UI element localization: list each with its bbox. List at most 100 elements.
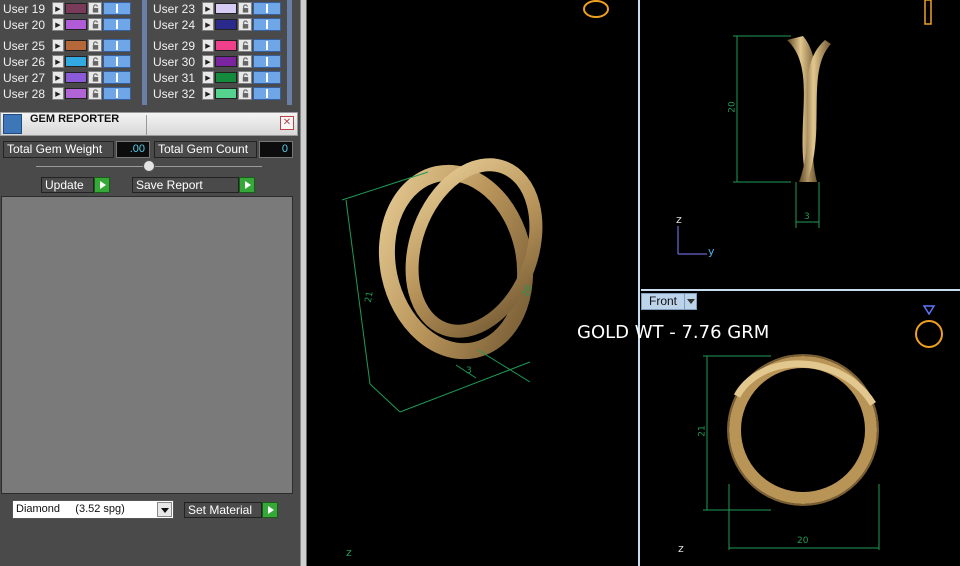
layer-expand-icon[interactable]: ▶ (52, 55, 64, 68)
side-ring-render (677, 0, 932, 255)
layer-expand-icon[interactable]: ▶ (52, 71, 64, 84)
layer-row[interactable]: User 32 ▶ (150, 86, 281, 101)
layer-row[interactable]: User 25 ▶ (0, 38, 131, 53)
lock-icon[interactable] (88, 18, 102, 31)
layer-visibility-toggle[interactable] (253, 55, 281, 68)
panel-splitter[interactable] (300, 0, 307, 566)
layer-color-swatch[interactable] (215, 72, 237, 83)
side-axis-z: z (676, 213, 682, 226)
layer-name: User 24 (153, 17, 196, 32)
front-height-dim: 21 (697, 425, 708, 437)
layer-row[interactable]: User 30 ▶ (150, 54, 281, 69)
layer-row[interactable]: User 19 ▶ (0, 1, 131, 16)
layer-visibility-toggle[interactable] (103, 39, 131, 52)
set-material-go-icon[interactable] (262, 502, 278, 518)
total-gem-count-label: Total Gem Count (154, 141, 257, 158)
layer-color-swatch[interactable] (215, 3, 237, 14)
set-material-button[interactable]: Set Material (184, 502, 262, 518)
perspective-viewport[interactable]: 21 20 3 z (308, 0, 638, 566)
total-gem-count-value: 0 (259, 141, 293, 158)
layer-visibility-toggle[interactable] (253, 2, 281, 15)
layer-column-divider (142, 0, 147, 105)
layer-visibility-toggle[interactable] (253, 87, 281, 100)
front-view-label[interactable]: Front (641, 293, 697, 310)
layer-name: User 32 (153, 86, 196, 101)
layer-name: User 23 (153, 1, 196, 16)
material-select[interactable]: Diamond (3.52 spg) (12, 500, 174, 519)
lock-icon[interactable] (238, 87, 252, 100)
layer-visibility-toggle[interactable] (103, 55, 131, 68)
side-width-dim: 3 (804, 212, 810, 222)
layer-visibility-toggle[interactable] (253, 39, 281, 52)
layer-visibility-toggle[interactable] (103, 87, 131, 100)
layer-color-swatch[interactable] (65, 40, 87, 51)
lock-icon[interactable] (88, 55, 102, 68)
chevron-down-icon[interactable] (157, 502, 172, 517)
layer-color-swatch[interactable] (65, 72, 87, 83)
close-icon[interactable]: ✕ (280, 116, 294, 130)
layer-color-swatch[interactable] (65, 19, 87, 30)
layer-row[interactable]: User 23 ▶ (150, 1, 281, 16)
update-go-icon[interactable] (94, 177, 110, 193)
header-separator (146, 115, 147, 135)
layer-row[interactable]: User 31 ▶ (150, 70, 281, 85)
layer-color-swatch[interactable] (215, 56, 237, 67)
layer-expand-icon[interactable]: ▶ (202, 2, 214, 15)
layer-color-swatch[interactable] (215, 40, 237, 51)
lock-icon[interactable] (238, 18, 252, 31)
layer-color-swatch[interactable] (215, 88, 237, 99)
total-gem-weight-value: .00 (116, 141, 150, 158)
layer-row[interactable]: User 26 ▶ (0, 54, 131, 69)
front-width-dim: 20 (797, 536, 809, 546)
layer-name: User 25 (3, 38, 46, 53)
layer-visibility-toggle[interactable] (253, 18, 281, 31)
layer-color-swatch[interactable] (65, 88, 87, 99)
layer-visibility-toggle[interactable] (103, 2, 131, 15)
layer-name: User 20 (3, 17, 46, 32)
left-panel: User 19 ▶ User 20 ▶ User 25 ▶ User 26 ▶ User 27 ▶… (0, 0, 300, 566)
layer-expand-icon[interactable]: ▶ (202, 55, 214, 68)
layer-row[interactable]: User 27 ▶ (0, 70, 131, 85)
lock-icon[interactable] (238, 55, 252, 68)
layer-expand-icon[interactable]: ▶ (202, 87, 214, 100)
right-viewport[interactable]: 20 3 z y (641, 0, 960, 289)
lock-icon[interactable] (238, 2, 252, 15)
layer-expand-icon[interactable]: ▶ (52, 87, 64, 100)
layer-color-swatch[interactable] (65, 3, 87, 14)
layer-expand-icon[interactable]: ▶ (52, 18, 64, 31)
save-report-go-icon[interactable] (239, 177, 255, 193)
layer-name: User 28 (3, 86, 46, 101)
layer-name: User 31 (153, 70, 196, 85)
update-button[interactable]: Update (41, 177, 94, 193)
gem-reporter-header: GEM REPORTER ✕ (0, 112, 298, 136)
gem-reporter-title: GEM REPORTER (30, 113, 120, 125)
lock-icon[interactable] (88, 87, 102, 100)
layer-row[interactable]: User 29 ▶ (150, 38, 281, 53)
layer-color-swatch[interactable] (215, 19, 237, 30)
layer-visibility-toggle[interactable] (103, 71, 131, 84)
side-axis-y: y (708, 245, 715, 258)
lock-icon[interactable] (88, 2, 102, 15)
front-axis-z: z (678, 542, 684, 555)
front-view-label-text: Front (649, 294, 678, 308)
layer-expand-icon[interactable]: ▶ (202, 71, 214, 84)
layer-expand-icon[interactable]: ▶ (52, 2, 64, 15)
layer-row[interactable]: User 20 ▶ (0, 17, 131, 32)
layer-expand-icon[interactable]: ▶ (202, 18, 214, 31)
layer-visibility-toggle[interactable] (253, 71, 281, 84)
layer-row[interactable]: User 24 ▶ (150, 17, 281, 32)
slider-thumb[interactable] (143, 160, 155, 172)
layer-color-swatch[interactable] (65, 56, 87, 67)
layer-visibility-toggle[interactable] (103, 18, 131, 31)
layer-expand-icon[interactable]: ▶ (52, 39, 64, 52)
lock-icon[interactable] (238, 71, 252, 84)
layer-row[interactable]: User 28 ▶ (0, 86, 131, 101)
lock-icon[interactable] (88, 39, 102, 52)
lock-icon[interactable] (88, 71, 102, 84)
layer-expand-icon[interactable]: ▶ (202, 39, 214, 52)
layer-name: User 19 (3, 1, 46, 16)
lock-icon[interactable] (238, 39, 252, 52)
chevron-down-icon[interactable] (684, 294, 696, 309)
viewport-divider-horizontal (641, 289, 960, 291)
save-report-button[interactable]: Save Report (132, 177, 239, 193)
